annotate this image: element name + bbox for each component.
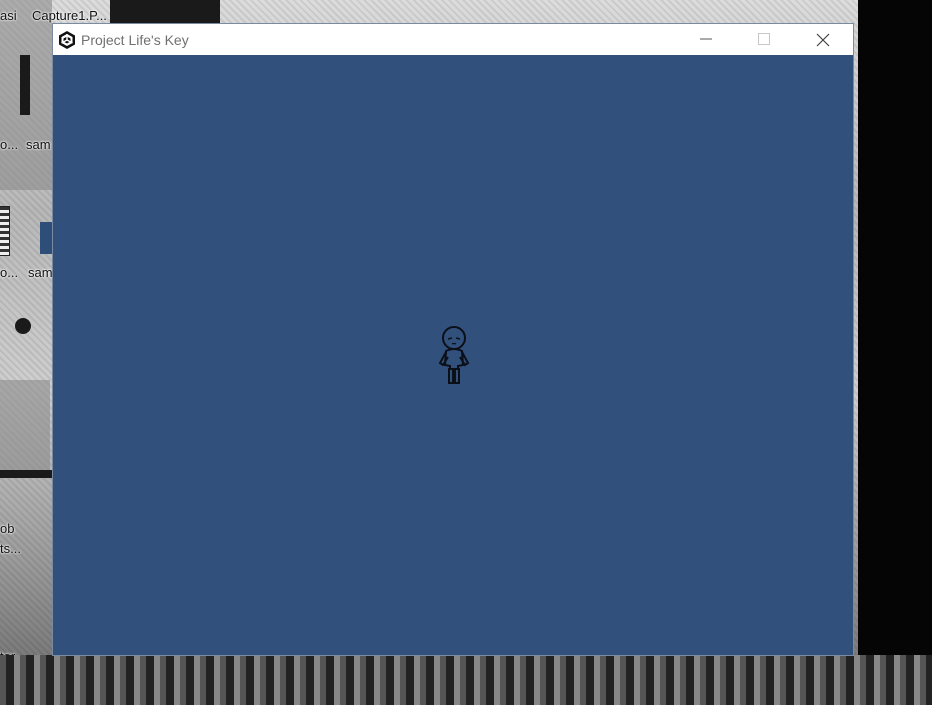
desktop-file-icon[interactable] xyxy=(40,222,54,254)
close-icon xyxy=(816,33,830,47)
desktop-wallpaper-dark-region xyxy=(110,0,220,24)
desktop-icon-label[interactable]: sam xyxy=(26,137,51,152)
desktop-wallpaper-dark-region xyxy=(0,470,52,478)
window-titlebar[interactable]: Project Life's Key xyxy=(53,24,853,55)
desktop-icon-label[interactable]: ob xyxy=(0,521,14,536)
game-window: Project Life's Key xyxy=(53,24,853,655)
desktop-icon-label[interactable]: o... xyxy=(0,137,18,152)
minimize-button[interactable] xyxy=(683,24,729,55)
game-viewport[interactable] xyxy=(53,55,853,655)
maximize-button[interactable] xyxy=(741,24,787,55)
desktop-icon-label[interactable]: o... xyxy=(0,265,18,280)
maximize-icon xyxy=(758,33,770,45)
minimize-icon xyxy=(700,38,712,40)
window-title: Project Life's Key xyxy=(81,32,189,48)
desktop-wallpaper-region xyxy=(0,380,50,470)
desktop-wallpaper-bottom xyxy=(0,655,932,705)
desktop-dark-edge xyxy=(858,0,932,705)
unity-icon[interactable] xyxy=(57,30,77,50)
film-strip-icon[interactable] xyxy=(0,206,10,256)
player-character xyxy=(438,326,470,384)
desktop-icon-label[interactable]: ts... xyxy=(0,541,21,556)
desktop-wallpaper-dark-region xyxy=(20,55,30,115)
desktop-icon-label[interactable]: asi xyxy=(0,8,17,23)
desktop-icon-label[interactable]: Capture1.P... xyxy=(32,8,107,23)
desktop-wallpaper-dark-region xyxy=(15,318,31,334)
close-button[interactable] xyxy=(799,24,845,55)
desktop-icon-label[interactable]: sam xyxy=(28,265,53,280)
